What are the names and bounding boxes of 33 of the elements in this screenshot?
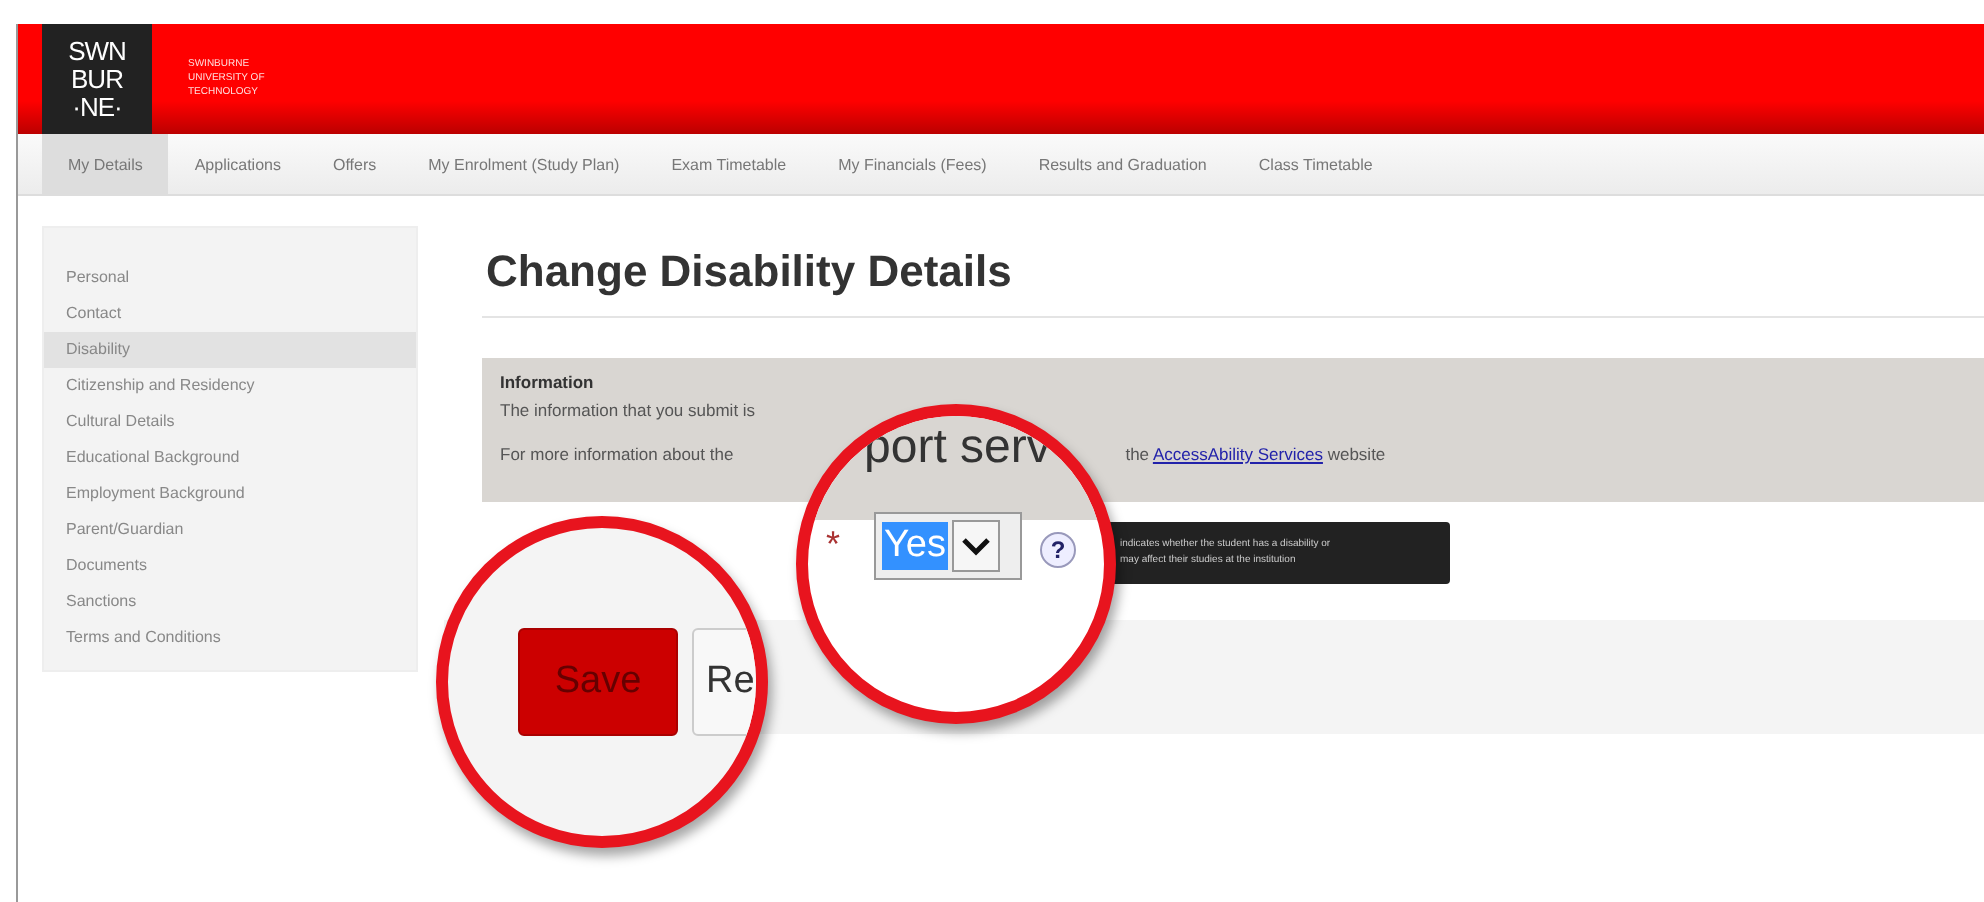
sidebar-item[interactable]: Terms and Conditions [44, 620, 416, 656]
information-heading: Information [500, 372, 596, 392]
save-button[interactable]: Save [518, 628, 678, 736]
sidebar-item[interactable]: Contact [44, 296, 416, 332]
sidebar-item[interactable]: Disability [44, 332, 416, 368]
help-button[interactable]: ? [1040, 532, 1076, 568]
nav-tab[interactable]: My Enrolment (Study Plan) [402, 134, 646, 194]
chevron-down-icon [962, 537, 990, 555]
sidebar-item[interactable]: Parent/Guardian [44, 512, 416, 548]
sidebar-item[interactable]: Cultural Details [44, 404, 416, 440]
partial-button[interactable]: Re [692, 628, 756, 736]
sidebar-item[interactable]: Personal [44, 260, 416, 296]
nav-tab[interactable]: Results and Graduation [1012, 134, 1233, 194]
sidebar-item[interactable]: Sanctions [44, 584, 416, 620]
information-text: For more information about the [500, 444, 734, 464]
sidebar-item[interactable]: Employment Background [44, 476, 416, 512]
information-text: website [1327, 444, 1386, 464]
nav-tab[interactable]: My Financials (Fees) [812, 134, 1013, 194]
nav-tab[interactable]: Offers [306, 134, 403, 194]
nav-tab[interactable]: My Details [42, 134, 169, 194]
required-mark: * [826, 524, 841, 566]
nav-tab[interactable]: Class Timetable [1232, 134, 1399, 194]
page-title: Change Disability Details [486, 246, 1014, 300]
information-text: The information that you submit is [500, 400, 756, 420]
information-text: the [1125, 444, 1150, 464]
logo: SWN BUR ·NE· [42, 24, 152, 134]
disability-select[interactable]: Yes [874, 512, 1022, 580]
sidebar-item[interactable]: Educational Background [44, 440, 416, 476]
sidebar-item[interactable]: Documents [44, 548, 416, 584]
accessability-services-link[interactable]: AccessAbility Services [1152, 444, 1323, 464]
nav-tab[interactable]: Applications [168, 134, 307, 194]
nav-tab[interactable]: Exam Timetable [645, 134, 813, 194]
sidebar-item[interactable]: Citizenship and Residency [44, 368, 416, 404]
